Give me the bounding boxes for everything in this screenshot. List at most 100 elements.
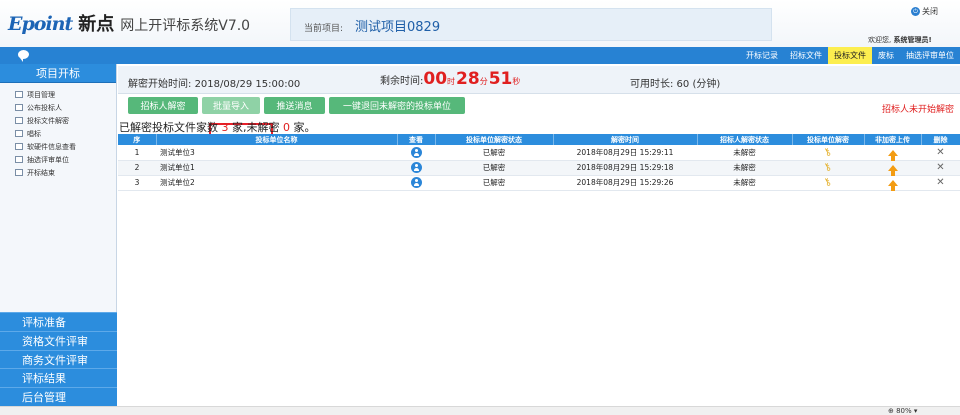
document-icon <box>15 91 23 98</box>
table-header-row: 序 投标单位名称 查看 投标单位解密状态 解密时间 招标人解密状态 投标单位解密… <box>118 134 960 145</box>
remaining-hours: 00 <box>423 69 448 89</box>
summary-suffix: 家。 <box>293 121 316 134</box>
main-content: 解密开始时间: 2018/08/29 15:00:00 剩余时间: 00 时 2… <box>118 64 960 406</box>
owner-decrypt-button[interactable]: 招标人解密 <box>128 97 198 114</box>
nav-link-select-reviewer[interactable]: 抽选评审单位 <box>900 47 960 64</box>
owner-decrypt-status: 招标人未开始解密 <box>881 105 954 115</box>
delete-icon[interactable]: ✕ <box>936 177 944 188</box>
sidebar-sections: 评标准备 资格文件评审 商务文件评审 评标结果 后台管理 <box>0 312 117 406</box>
col-header-delete: 删除 <box>921 134 960 145</box>
delete-cell: ✕ <box>921 160 960 176</box>
remaining-time: 剩余时间: 00 时 28 分 51 秒 <box>380 69 521 89</box>
document-icon <box>15 156 23 163</box>
nav-links: 开标记录 招标文件 投标文件 废标 抽选评审单位 <box>740 47 960 64</box>
sidebar-item-label: 开标结束 <box>27 168 55 177</box>
sidebar-item-select-reviewer[interactable]: 抽选评审单位 <box>0 153 116 166</box>
app-logo: Epoint 新点 网上开评标系统V7.0 <box>8 10 250 36</box>
unit-decrypt-cell: ⚷ <box>792 145 864 161</box>
row-unit-status: 已解密 <box>435 175 553 191</box>
decrypt-info-bar: 解密开始时间: 2018/08/29 15:00:00 剩余时间: 00 时 2… <box>118 66 960 94</box>
sidebar-section-business-review[interactable]: 商务文件评审 <box>0 349 117 369</box>
nav-link-bid-records[interactable]: 开标记录 <box>740 47 784 64</box>
app-header: Epoint 新点 网上开评标系统V7.0 当前项目: 测试项目0829 ⏻ 关… <box>0 0 960 47</box>
unit-decrypt-cell: ⚷ <box>792 160 864 176</box>
table-row: 3 测试单位2 已解密 2018年08月29日 15:29:26 未解密 ⚷ ✕ <box>118 175 960 191</box>
delete-icon[interactable]: ✕ <box>936 147 944 158</box>
upload-arrow-icon[interactable] <box>887 180 898 191</box>
delete-icon[interactable]: ✕ <box>936 162 944 173</box>
row-name: 测试单位1 <box>156 160 397 176</box>
decrypt-start-label: 解密开始时间: <box>128 79 192 90</box>
action-toolbar: 招标人解密 批量导入 推送消息 一键退回未解密的投标单位 <box>128 97 465 148</box>
upload-cell <box>864 175 921 191</box>
project-name: 测试项目0829 <box>355 20 441 35</box>
close-link[interactable]: ⏻ 关闭 <box>911 6 938 17</box>
sidebar: 项目开标 项目管理 公布投标人 投标文件解密 唱标 软硬件信息查看 抽选评审单位… <box>0 64 117 406</box>
sidebar-item-hardware-info[interactable]: 软硬件信息查看 <box>0 140 116 153</box>
sidebar-title[interactable]: 项目开标 <box>0 64 116 83</box>
zoom-level[interactable]: ⊕ 80% ▾ <box>888 407 917 415</box>
zoom-value: 80% <box>896 407 912 415</box>
unit-decrypt-cell: ⚷ <box>792 175 864 191</box>
sidebar-item-publish-bidders[interactable]: 公布投标人 <box>0 101 116 114</box>
sidebar-item-label: 公布投标人 <box>27 103 62 112</box>
key-icon[interactable]: ⚷ <box>822 176 834 189</box>
remaining-minutes: 28 <box>456 69 480 89</box>
row-no: 2 <box>118 160 156 176</box>
seconds-unit: 秒 <box>512 77 521 86</box>
table-row: 1 测试单位3 已解密 2018年08月29日 15:29:11 未解密 ⚷ ✕ <box>118 145 960 161</box>
project-label: 当前项目: <box>304 24 344 34</box>
brand-logo-text: Epoint <box>8 13 73 35</box>
row-unit-status: 已解密 <box>435 160 553 176</box>
nav-link-tender-docs[interactable]: 招标文件 <box>784 47 828 64</box>
decrypted-count: 3 <box>221 121 229 134</box>
col-header-unit-decrypt: 投标单位解密 <box>792 134 865 145</box>
row-no: 1 <box>118 145 156 161</box>
key-icon[interactable]: ⚷ <box>822 161 834 174</box>
user-icon[interactable] <box>410 162 422 173</box>
push-message-button[interactable]: 推送消息 <box>264 97 325 114</box>
welcome-text: 欢迎您, 系统管理员! <box>868 35 932 45</box>
row-name: 测试单位3 <box>156 145 397 161</box>
username: 系统管理员! <box>893 36 932 44</box>
sidebar-section-eval-prep[interactable]: 评标准备 <box>0 312 117 331</box>
batch-import-button[interactable]: 批量导入 <box>202 97 260 114</box>
view-cell <box>397 145 435 161</box>
document-icon <box>15 169 23 176</box>
sidebar-item-bid-reading[interactable]: 唱标 <box>0 127 116 140</box>
undecrypted-count: 0 <box>283 121 290 134</box>
key-icon[interactable]: ⚷ <box>822 146 834 159</box>
col-header-decrypt-time: 解密时间 <box>553 134 698 145</box>
decrypt-start: 解密开始时间: 2018/08/29 15:00:00 <box>128 75 300 90</box>
rollback-undecrypted-button[interactable]: 一键退回未解密的投标单位 <box>329 97 465 114</box>
sidebar-item-bid-decrypt[interactable]: 投标文件解密 <box>0 114 116 127</box>
row-name: 测试单位2 <box>156 175 397 191</box>
nav-link-bid-docs[interactable]: 投标文件 <box>828 47 872 64</box>
chat-icon[interactable] <box>18 50 29 62</box>
upload-arrow-icon[interactable] <box>887 149 898 161</box>
summary-mid: 家,未解密 <box>232 121 280 134</box>
sidebar-item-opening-end[interactable]: 开标结束 <box>0 166 116 179</box>
upload-cell <box>864 145 921 161</box>
current-project-box: 当前项目: 测试项目0829 <box>290 8 772 41</box>
nav-link-void-bid[interactable]: 废标 <box>872 47 900 64</box>
upload-cell <box>864 160 921 176</box>
table-row: 2 测试单位1 已解密 2018年08月29日 15:29:18 未解密 ⚷ ✕ <box>118 160 960 176</box>
col-header-view: 查看 <box>397 134 436 145</box>
user-icon[interactable] <box>410 177 422 188</box>
minutes-unit: 分 <box>479 77 488 86</box>
close-label: 关闭 <box>922 7 938 16</box>
sidebar-item-project-management[interactable]: 项目管理 <box>0 88 116 101</box>
sidebar-section-eval-result[interactable]: 评标结果 <box>0 368 117 388</box>
col-header-no: 序 <box>118 134 157 145</box>
available-duration: 可用时长: 60 (分钟) <box>630 79 721 90</box>
view-cell <box>397 160 435 176</box>
sidebar-item-label: 投标文件解密 <box>27 116 69 125</box>
decrypt-summary: 已解密投标文件家数 3 家,未解密 0 家。 <box>119 119 316 135</box>
col-header-unit-status: 投标单位解密状态 <box>435 134 554 145</box>
user-icon[interactable] <box>410 146 422 158</box>
upload-arrow-icon[interactable] <box>887 165 898 176</box>
sidebar-section-admin[interactable]: 后台管理 <box>0 387 117 406</box>
brand-cn: 新点 <box>78 14 115 35</box>
sidebar-section-qualification-review[interactable]: 资格文件评审 <box>0 330 117 350</box>
